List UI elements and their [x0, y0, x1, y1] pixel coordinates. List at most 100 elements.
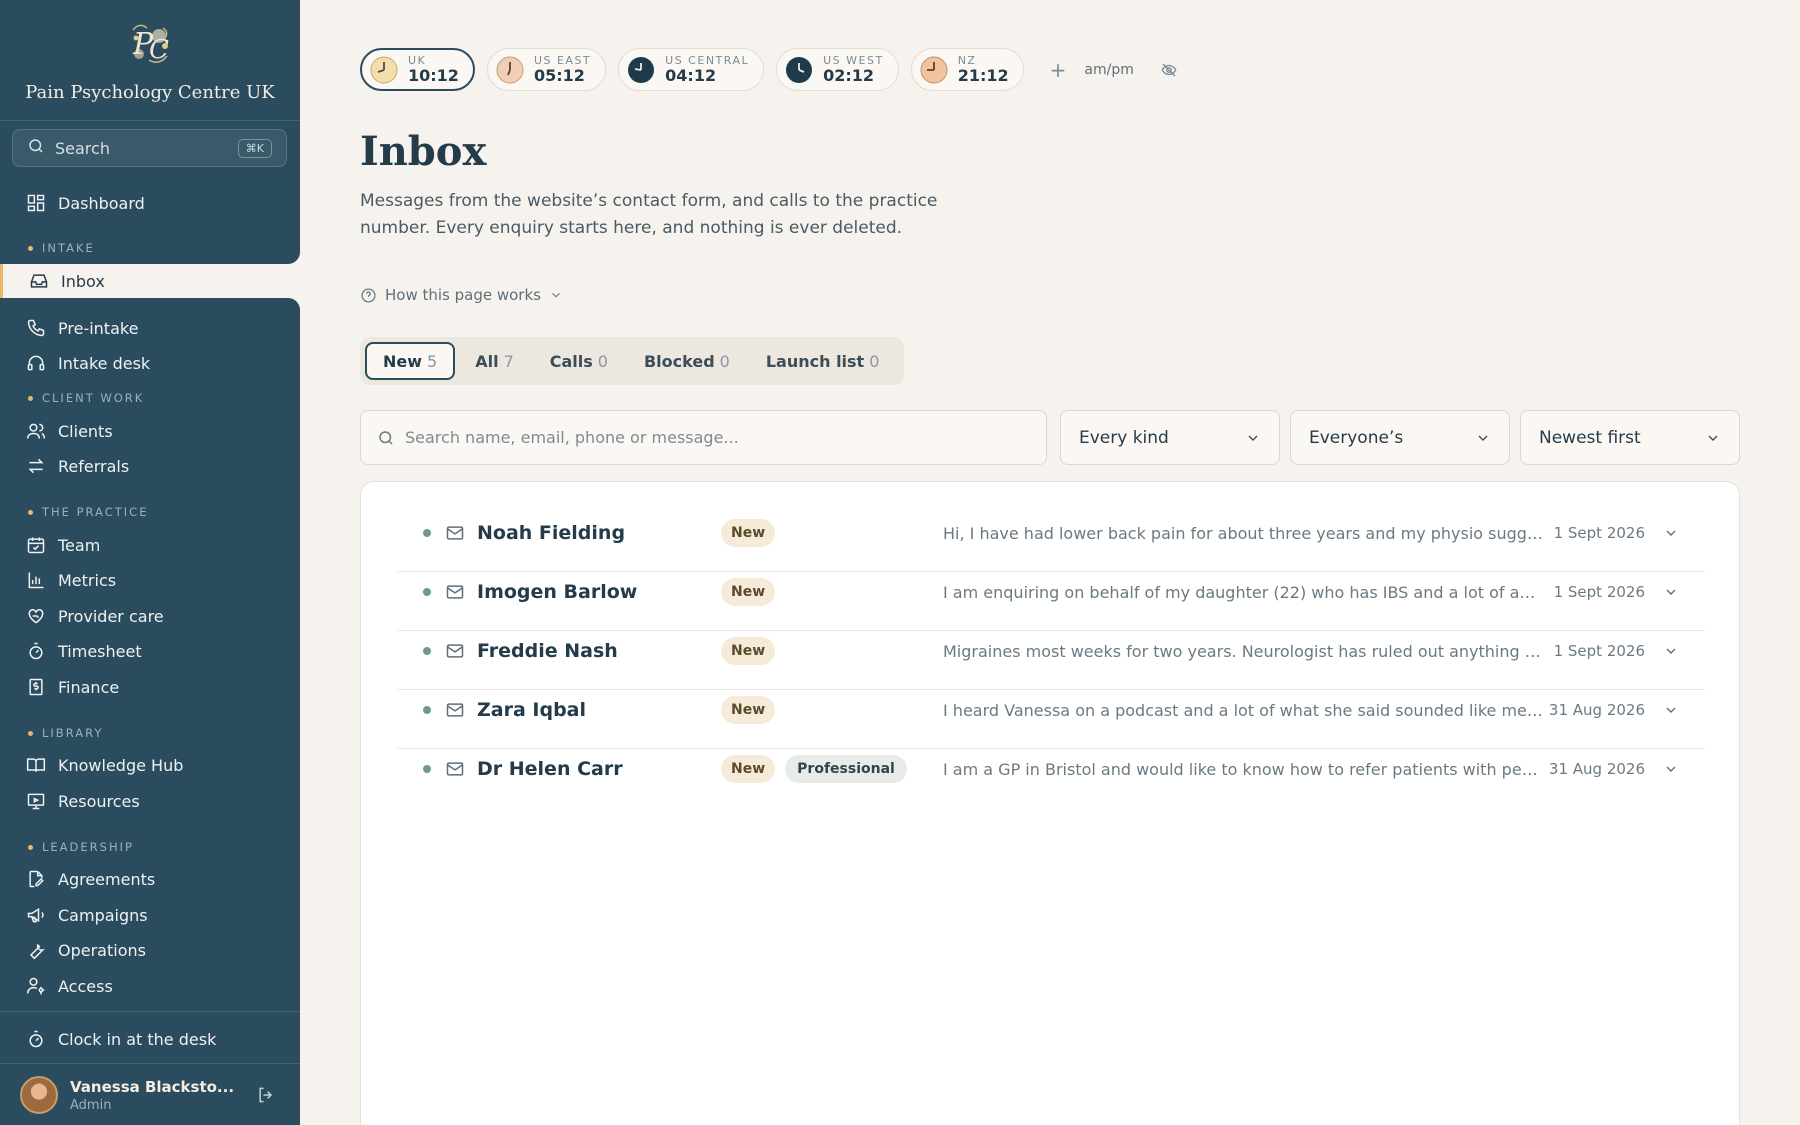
page-subtitle: Messages from the website’s contact form… — [360, 191, 938, 238]
clock-in-button[interactable]: Clock in at the desk — [26, 1027, 216, 1051]
sidebar-item-knowledge-hub[interactable]: Knowledge Hub — [26, 753, 183, 777]
tab-count: 5 — [427, 351, 438, 371]
sidebar-item-intake-desk[interactable]: Intake desk — [26, 351, 150, 375]
clock-nz[interactable]: NZ 21:12 — [910, 48, 1024, 91]
user-name: Vanessa Blacksto... — [70, 1077, 235, 1096]
mail-icon — [445, 700, 465, 720]
clock-time: 02:12 — [823, 65, 875, 85]
sidebar-item-access[interactable]: Access — [26, 974, 113, 998]
tab-calls[interactable]: Calls 0 — [534, 342, 624, 380]
unread-dot — [423, 765, 431, 773]
section-label-text: INTAKE — [42, 241, 95, 255]
avatar — [20, 1076, 58, 1114]
tab-launch-list[interactable]: Launch list 0 — [750, 342, 896, 380]
ampm-toggle[interactable]: am/pm — [1084, 62, 1133, 78]
section-label-text: LEADERSHIP — [42, 840, 134, 854]
message-search — [360, 410, 1047, 465]
sidebar-item-label: Finance — [58, 677, 120, 697]
message-row[interactable]: Dr Helen Carr New Professional I am a GP… — [397, 740, 1705, 798]
message-date: 31 Aug 2026 — [1548, 760, 1645, 778]
message-search-input[interactable] — [405, 428, 1025, 447]
message-preview: Hi, I have had lower back pain for about… — [943, 523, 1543, 543]
sidebar-item-label: Provider care — [58, 606, 164, 626]
wrench-icon — [26, 940, 46, 960]
section-label-client-work: CLIENT WORK — [28, 391, 144, 405]
sidebar-search[interactable]: Search ⌘K — [12, 129, 287, 167]
sidebar-item-finance[interactable]: Finance — [26, 675, 119, 699]
sidebar-item-timesheet[interactable]: Timesheet — [26, 639, 142, 663]
chevron-down-icon[interactable] — [1663, 643, 1679, 659]
clock-face-icon — [786, 56, 813, 83]
tab-blocked[interactable]: Blocked 0 — [628, 342, 746, 380]
clock-in-label: Clock in at the desk — [58, 1029, 217, 1049]
section-dot — [28, 395, 33, 401]
sidebar-item-label: Referrals — [58, 456, 130, 476]
clock-label: US EAST — [533, 53, 592, 67]
book-open-icon — [26, 755, 46, 775]
message-row[interactable]: Freddie Nash New Migraines most weeks fo… — [397, 622, 1705, 680]
clock-uk[interactable]: UK 10:12 — [360, 48, 475, 91]
status-badge: New — [721, 519, 776, 547]
unread-dot — [423, 647, 431, 655]
message-row[interactable]: Noah Fielding New Hi, I have had lower b… — [397, 504, 1705, 562]
chevron-down-icon[interactable] — [1663, 525, 1679, 541]
sidebar-item-label: Resources — [58, 791, 140, 811]
user-profile[interactable]: Vanessa Blacksto... Admin — [20, 1076, 290, 1114]
professional-badge: Professional — [785, 755, 907, 783]
add-clock-button[interactable]: + — [1050, 58, 1067, 82]
sidebar-item-provider-care[interactable]: Provider care — [26, 604, 164, 628]
section-dot — [28, 245, 33, 251]
clock-time: 21:12 — [957, 65, 1009, 85]
page-title: Inbox — [360, 128, 487, 175]
search-shortcut: ⌘K — [237, 138, 272, 158]
logout-icon[interactable] — [256, 1085, 276, 1105]
sidebar-item-pre-intake[interactable]: Pre-intake — [26, 316, 138, 340]
clock-time: 05:12 — [533, 65, 585, 85]
how-page-works-toggle[interactable]: How this page works — [360, 286, 563, 304]
sidebar-item-label: Timesheet — [58, 641, 142, 661]
tab-all[interactable]: All 7 — [459, 342, 530, 380]
message-row[interactable]: Imogen Barlow New I am enquiring on beha… — [397, 563, 1705, 621]
section-label-text: CLIENT WORK — [42, 391, 145, 405]
unread-dot — [423, 588, 431, 596]
sender-name: Dr Helen Carr — [477, 758, 623, 780]
tab-new[interactable]: New 5 — [365, 342, 456, 380]
chevron-down-icon[interactable] — [1663, 584, 1679, 600]
clock-face-icon — [496, 56, 524, 83]
megaphone-icon — [26, 905, 46, 925]
chevron-down-icon[interactable] — [1663, 761, 1679, 777]
clock-us-west[interactable]: US WEST 02:12 — [776, 48, 899, 91]
sidebar-item-agreements[interactable]: Agreements — [26, 867, 155, 891]
sidebar-item-metrics[interactable]: Metrics — [26, 568, 116, 592]
clock-us-central[interactable]: US CENTRAL 04:12 — [618, 48, 765, 91]
clock-face-icon — [628, 56, 655, 83]
sidebar-item-label: Team — [58, 535, 101, 555]
sidebar-item-team[interactable]: Team — [26, 533, 100, 557]
sort-select[interactable]: Newest first — [1520, 410, 1740, 465]
sidebar-item-inbox[interactable]: Inbox — [0, 264, 300, 298]
chevron-down-icon[interactable] — [1663, 702, 1679, 718]
mail-icon — [445, 523, 465, 543]
owner-filter-select[interactable]: Everyone’s — [1290, 410, 1510, 465]
brand-logo[interactable]: P C — [0, 14, 300, 76]
search-icon — [27, 137, 45, 159]
eye-off-icon[interactable] — [1160, 61, 1178, 79]
sidebar-item-campaigns[interactable]: Campaigns — [26, 903, 148, 927]
message-row[interactable]: Zara Iqbal New I heard Vanessa on a podc… — [397, 681, 1705, 739]
unread-dot — [423, 706, 431, 714]
chevron-down-icon — [1705, 430, 1721, 446]
clock-label: US WEST — [823, 53, 884, 67]
sidebar-item-referrals[interactable]: Referrals — [26, 454, 129, 478]
phone-icon — [26, 318, 46, 338]
sidebar-item-dashboard[interactable]: Dashboard — [26, 191, 145, 215]
sidebar-item-resources[interactable]: Resources — [26, 789, 140, 813]
clock-us-east[interactable]: US EAST 05:12 — [486, 48, 607, 91]
sidebar-item-label: Inbox — [61, 271, 105, 291]
sidebar-item-operations[interactable]: Operations — [26, 938, 146, 962]
tab-count: 0 — [719, 351, 730, 371]
bar-chart-icon — [26, 570, 46, 590]
kind-filter-select[interactable]: Every kind — [1060, 410, 1280, 465]
search-icon — [377, 429, 395, 447]
sidebar-item-clients[interactable]: Clients — [26, 419, 113, 443]
mail-icon — [445, 641, 465, 661]
